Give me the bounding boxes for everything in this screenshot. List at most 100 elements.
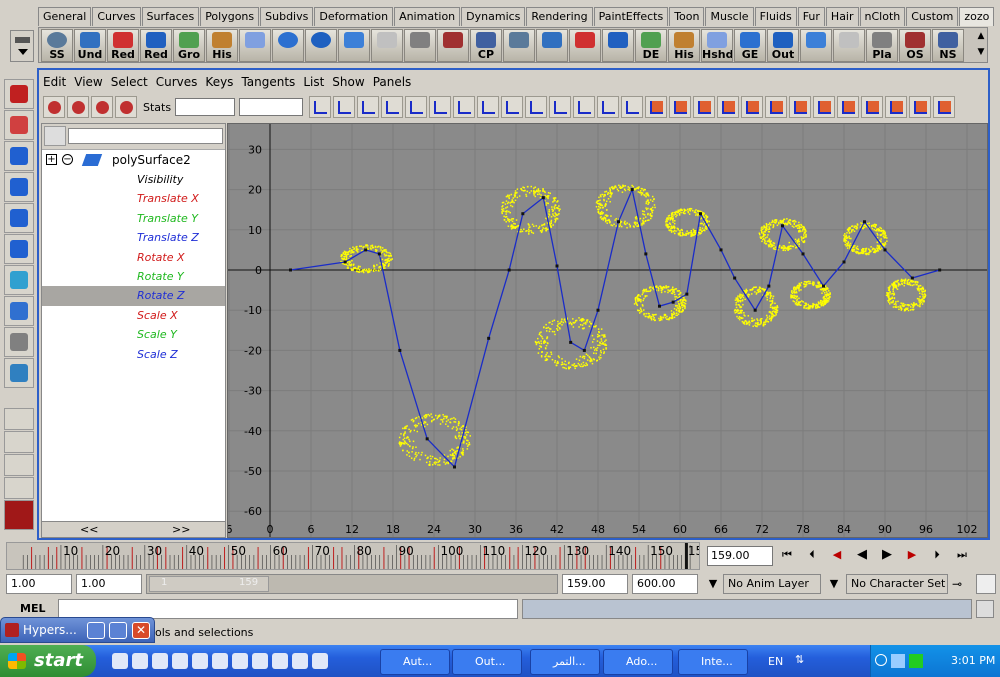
rotate-tool-button[interactable] <box>4 203 34 233</box>
channel-rotate-y[interactable]: Rotate Y <box>42 267 225 286</box>
character-set-dropdown-icon[interactable]: ▼ <box>824 574 844 594</box>
keyframe-point[interactable] <box>487 336 491 340</box>
step-forward-icon[interactable]: ⏵ <box>926 544 948 566</box>
current-time-indicator[interactable] <box>684 543 688 570</box>
dopesheet-button[interactable] <box>837 96 860 118</box>
collapse-icon[interactable]: − <box>62 154 73 165</box>
play-forward-icon[interactable]: ▶ <box>876 544 898 566</box>
step-back-icon[interactable]: ⏴ <box>801 544 823 566</box>
channel-scale-z[interactable]: Scale Z <box>42 345 225 364</box>
manipulator-button[interactable] <box>4 265 34 295</box>
ge-menu-tangents[interactable]: Tangents <box>237 73 299 91</box>
shelf-tab-0[interactable]: General <box>38 7 92 26</box>
playblast-shelf-button-25[interactable]: Pla <box>866 28 898 62</box>
range-slider[interactable]: 1 159 <box>146 574 558 594</box>
prev-key-icon[interactable]: ◀ <box>826 544 848 566</box>
outliner-filter-icon[interactable] <box>44 126 66 146</box>
history-shelf-button-5[interactable]: His <box>206 28 238 62</box>
keyframe-point[interactable] <box>425 437 429 441</box>
script-editor-icon[interactable] <box>976 600 994 618</box>
ge-menu-list[interactable]: List <box>299 73 328 91</box>
start-button[interactable]: start <box>0 645 96 677</box>
playback-start-field[interactable]: 1.00 <box>76 574 142 594</box>
lock-weight-button[interactable] <box>669 96 692 118</box>
infinity-button[interactable] <box>741 96 764 118</box>
key-tool-0[interactable] <box>43 96 65 118</box>
keyframe-point[interactable] <box>685 292 689 296</box>
center-pivot-shelf-button-13[interactable]: CP <box>470 28 502 62</box>
shelf-tab-16[interactable]: Custom <box>906 7 959 26</box>
channel-rotate-z[interactable]: Rotate Z <box>42 286 225 306</box>
outliner-filter-input[interactable] <box>68 128 223 144</box>
hypershade-minimized-window[interactable]: Hypers... ✕ <box>0 617 155 643</box>
torus-shelf-button-12[interactable] <box>437 28 469 62</box>
keyframe-point[interactable] <box>521 212 525 216</box>
ge-menu-edit[interactable]: Edit <box>39 73 70 91</box>
group-shelf-button-4[interactable]: Gro <box>173 28 205 62</box>
plane-shelf-button-6[interactable] <box>239 28 271 62</box>
channel-translate-y[interactable]: Translate Y <box>42 209 225 228</box>
history-shelf-button-19[interactable]: His <box>668 28 700 62</box>
redo-shelf-button-3[interactable]: Red <box>140 28 172 62</box>
scale-tool-button[interactable] <box>4 234 34 264</box>
keyframe-point[interactable] <box>582 348 586 352</box>
flat-tangent-button[interactable] <box>477 96 500 118</box>
cube-shelf-button-9[interactable] <box>338 28 370 62</box>
ge-menu-panels[interactable]: Panels <box>369 73 416 91</box>
current-frame-field[interactable]: 159.00 <box>707 546 773 566</box>
acrobat-icon[interactable] <box>292 653 308 669</box>
frame-all-button[interactable] <box>309 96 332 118</box>
ie-icon[interactable] <box>152 653 168 669</box>
stats-value-field[interactable] <box>239 98 304 116</box>
keyframe-point[interactable] <box>822 284 825 288</box>
spline-tangent-button[interactable] <box>405 96 428 118</box>
key-stats-button[interactable] <box>813 96 836 118</box>
keyframe-point[interactable] <box>630 188 634 192</box>
keyframe-point[interactable] <box>938 268 942 272</box>
close-icon[interactable]: ✕ <box>132 622 150 639</box>
select-shelf-button-17[interactable] <box>602 28 634 62</box>
shelf-tab-12[interactable]: Fluids <box>754 7 797 26</box>
taskbar-item-1[interactable]: Out... <box>452 649 522 675</box>
lattice-button[interactable] <box>789 96 812 118</box>
shelf-tab-6[interactable]: Animation <box>394 7 461 26</box>
paint-tool-button[interactable] <box>4 141 34 171</box>
shelf-tab-3[interactable]: Polygons <box>200 7 260 26</box>
hypershade-shelf-button-20[interactable]: Hshd <box>701 28 733 62</box>
key-tool-2[interactable] <box>91 96 113 118</box>
scroll-right-button[interactable]: >> <box>172 523 190 536</box>
graph-button[interactable] <box>933 96 956 118</box>
ge-menu-view[interactable]: View <box>70 73 106 91</box>
doc-icon[interactable] <box>232 653 248 669</box>
chrome-icon[interactable] <box>212 653 228 669</box>
shelf-tab-17[interactable]: zozo <box>959 7 995 26</box>
app-tray-icon[interactable] <box>909 654 923 668</box>
start-time-field[interactable]: 1.00 <box>6 574 72 594</box>
redo-shelf-button-2[interactable]: Red <box>107 28 139 62</box>
ge-menu-select[interactable]: Select <box>107 73 152 91</box>
keyframe-point[interactable] <box>398 348 402 352</box>
maximize-icon[interactable] <box>109 622 127 639</box>
channel-translate-z[interactable]: Translate Z <box>42 228 225 247</box>
preferences-icon[interactable] <box>976 574 996 594</box>
shelf-tab-8[interactable]: Rendering <box>526 7 593 26</box>
keyframe-point[interactable] <box>453 465 456 469</box>
time-slider[interactable]: 10 20 30 40 50 60 70 80 90 100 110 120 130 140 150 159 <box>6 542 700 570</box>
shelf-tab-10[interactable]: Toon <box>669 7 705 26</box>
channel-scale-y[interactable]: Scale Y <box>42 325 225 344</box>
undo-shelf-button-1[interactable]: Und <box>74 28 106 62</box>
next-key-icon[interactable]: ▶ <box>901 544 923 566</box>
buffer-curve-button[interactable] <box>549 96 572 118</box>
doc-icon[interactable] <box>252 653 268 669</box>
uv-shelf-button-15[interactable] <box>536 28 568 62</box>
auto-tangent-button[interactable] <box>381 96 404 118</box>
cylinder-shelf-button-10[interactable] <box>371 28 403 62</box>
swap-buffer-button[interactable] <box>573 96 596 118</box>
frame-selection-button[interactable] <box>333 96 356 118</box>
channel-rotate-x[interactable]: Rotate X <box>42 248 225 267</box>
media-icon[interactable] <box>192 653 208 669</box>
select-tool-button[interactable] <box>4 79 34 109</box>
shelf-tab-15[interactable]: nCloth <box>859 7 906 26</box>
sphere-shelf-button-0[interactable]: SS <box>41 28 73 62</box>
outliner-scrollbar[interactable]: << >> <box>42 521 225 537</box>
